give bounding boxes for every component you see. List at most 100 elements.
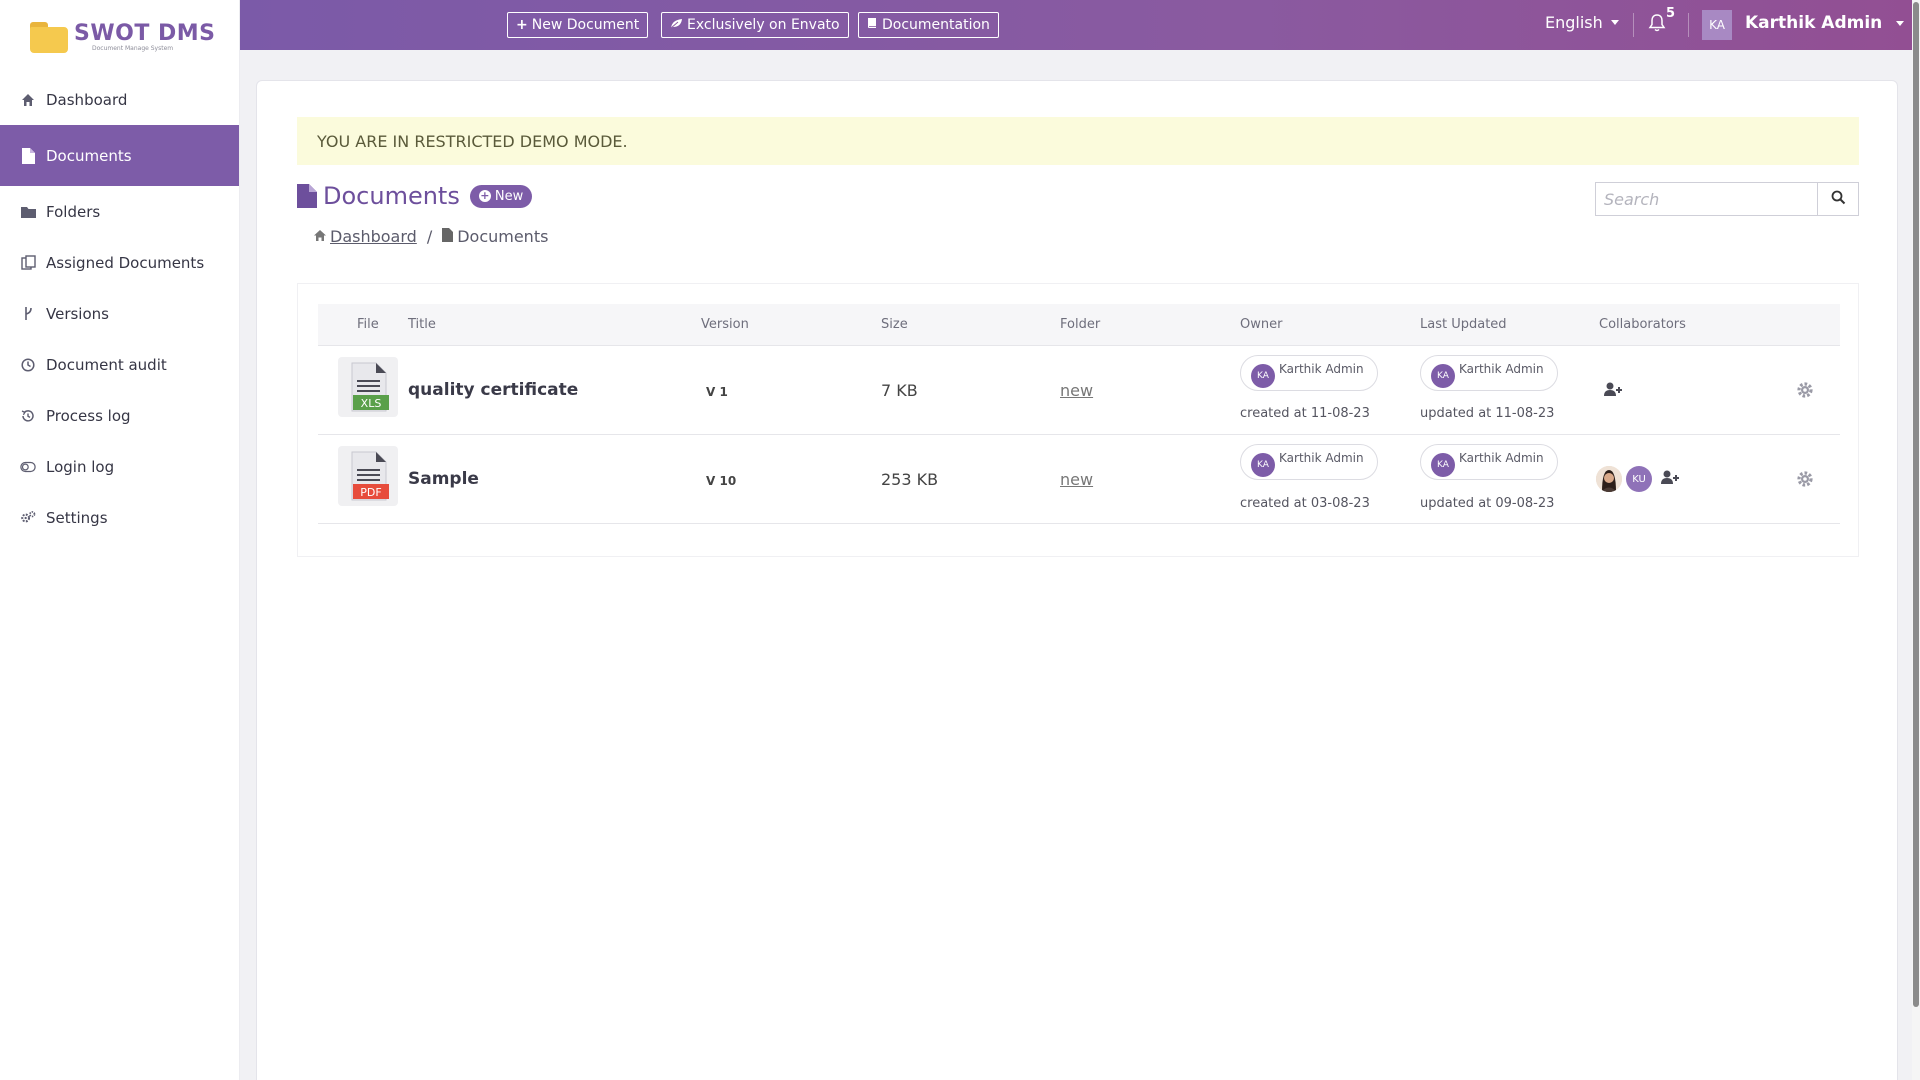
sidebar-item-label: Process log: [46, 406, 131, 425]
table-row: PDF Sample V 10 253 KB new KA Karthik Ad…: [318, 436, 1840, 524]
collaborator-photo-avatar[interactable]: [1596, 466, 1622, 492]
envato-label: Exclusively on Envato: [687, 17, 840, 33]
envato-button[interactable]: Exclusively on Envato: [661, 12, 849, 38]
sidebar-item-dashboard[interactable]: Dashboard: [0, 74, 239, 125]
created-date: created at 03-08-23: [1240, 496, 1370, 511]
column-header-owner[interactable]: Owner: [1240, 317, 1282, 332]
updater-name: Karthik Admin: [1459, 451, 1544, 465]
sidebar-item-label: Settings: [46, 508, 108, 527]
topbar: + New Document Exclusively on Envato Doc…: [240, 0, 1912, 50]
sidebar-item-label: Versions: [46, 304, 109, 323]
plus-circle-icon: +: [478, 189, 491, 202]
chevron-down-icon: [1896, 20, 1905, 26]
folder-link[interactable]: new: [1060, 470, 1093, 489]
sidebar-item-versions[interactable]: Versions: [0, 288, 239, 339]
column-header-folder[interactable]: Folder: [1060, 317, 1100, 332]
document-title-link[interactable]: Sample: [408, 469, 479, 489]
new-document-button[interactable]: + New Document: [507, 12, 649, 38]
table-row: XLS quality certificate V 1 7 KB new KA …: [318, 347, 1840, 435]
divider: [1633, 13, 1634, 37]
sidebar-item-label: Documents: [46, 146, 132, 165]
sidebar-item-label: Folders: [46, 202, 101, 221]
sidebar-item-label: Document audit: [46, 355, 167, 374]
xls-file-icon[interactable]: XLS: [338, 357, 398, 417]
avatar: KA: [1431, 453, 1455, 477]
add-user-icon[interactable]: [1660, 469, 1680, 489]
page-title: Documents: [323, 182, 460, 210]
scrollbar-thumb[interactable]: [1913, 2, 1919, 1007]
add-user-icon[interactable]: [1603, 381, 1623, 401]
owner-name: Karthik Admin: [1279, 451, 1364, 465]
updated-date: updated at 11-08-23: [1420, 406, 1555, 421]
updated-date: updated at 09-08-23: [1420, 496, 1555, 511]
avatar: KA: [1251, 364, 1275, 388]
logo-title: SWOT DMS: [74, 20, 216, 46]
sidebar-item-document-audit[interactable]: Document audit: [0, 339, 239, 390]
sidebar-item-folders[interactable]: Folders: [0, 186, 239, 237]
column-header-collaborators[interactable]: Collaborators: [1599, 317, 1686, 332]
file-size: 7 KB: [881, 381, 918, 400]
updater-chip[interactable]: KA Karthik Admin: [1420, 355, 1558, 391]
breadcrumb-home-label: Dashboard: [330, 227, 417, 246]
sidebar-item-label: Login log: [46, 457, 115, 476]
file-icon: [297, 184, 317, 208]
file-icon: [20, 147, 36, 164]
new-label: New: [494, 188, 524, 204]
documentation-label: Documentation: [882, 17, 990, 33]
documentation-button[interactable]: Documentation: [858, 12, 999, 38]
collaborators: KU: [1596, 466, 1680, 492]
avatar: KA: [1431, 364, 1455, 388]
breadcrumb-separator: /: [426, 227, 433, 246]
file-icon: [442, 227, 454, 246]
document-title-link[interactable]: quality certificate: [408, 380, 578, 400]
assigned-documents-icon: [20, 255, 36, 271]
folder-link[interactable]: new: [1060, 381, 1093, 400]
sidebar-item-label: Assigned Documents: [46, 253, 205, 272]
gear-icon[interactable]: [1796, 381, 1814, 403]
folder-logo-icon: [28, 20, 70, 54]
new-document-badge-button[interactable]: + New: [469, 184, 533, 208]
sidebar-item-documents[interactable]: Documents: [0, 125, 239, 186]
cogs-icon: [20, 510, 36, 526]
column-header-file[interactable]: File: [357, 317, 379, 332]
sidebar-item-process-log[interactable]: Process log: [0, 390, 239, 441]
avatar[interactable]: KA: [1702, 10, 1732, 40]
updater-name: Karthik Admin: [1459, 362, 1544, 376]
page-header: Documents + New: [297, 182, 533, 210]
sidebar-item-assigned-documents[interactable]: Assigned Documents: [0, 237, 239, 288]
language-label: English: [1545, 13, 1603, 32]
column-header-last-updated[interactable]: Last Updated: [1420, 317, 1507, 332]
gear-icon[interactable]: [1796, 470, 1814, 492]
documents-table: File Title Version Size Folder Owner Las…: [297, 283, 1859, 557]
search-button[interactable]: [1817, 182, 1859, 216]
owner-name: Karthik Admin: [1279, 362, 1364, 376]
owner-chip[interactable]: KA Karthik Admin: [1240, 444, 1378, 480]
search-input[interactable]: [1595, 182, 1817, 216]
notification-count: 5: [1666, 6, 1676, 21]
avatar[interactable]: KU: [1626, 466, 1652, 492]
updater-chip[interactable]: KA Karthik Admin: [1420, 444, 1558, 480]
chevron-down-icon: [1610, 20, 1619, 25]
breadcrumb-dashboard-link[interactable]: Dashboard: [313, 227, 417, 246]
sidebar-item-login-log[interactable]: Login log: [0, 441, 239, 492]
search-box: [1595, 182, 1859, 216]
branch-icon: [20, 306, 36, 322]
language-dropdown[interactable]: English: [1545, 13, 1619, 32]
column-header-title[interactable]: Title: [408, 317, 436, 332]
home-icon: [313, 227, 327, 246]
version-label: V 1: [706, 385, 728, 399]
column-header-size[interactable]: Size: [881, 317, 908, 332]
pdf-file-icon[interactable]: PDF: [338, 446, 398, 506]
scrollbar[interactable]: [1912, 0, 1920, 1080]
search-icon: [1831, 190, 1846, 209]
sidebar-nav: Dashboard Documents Folders Assigned Doc…: [0, 74, 239, 543]
demo-mode-alert: YOU ARE IN RESTRICTED DEMO MODE.: [297, 117, 1859, 165]
owner-chip[interactable]: KA Karthik Admin: [1240, 355, 1378, 391]
created-date: created at 11-08-23: [1240, 406, 1370, 421]
user-menu[interactable]: Karthik Admin: [1745, 13, 1905, 33]
sidebar-item-settings[interactable]: Settings: [0, 492, 239, 543]
folder-icon: [20, 204, 36, 220]
column-header-version[interactable]: Version: [701, 317, 749, 332]
sidebar: SWOT DMS Document Manage System Dashboar…: [0, 0, 240, 1080]
app-logo[interactable]: SWOT DMS Document Manage System: [0, 0, 239, 74]
